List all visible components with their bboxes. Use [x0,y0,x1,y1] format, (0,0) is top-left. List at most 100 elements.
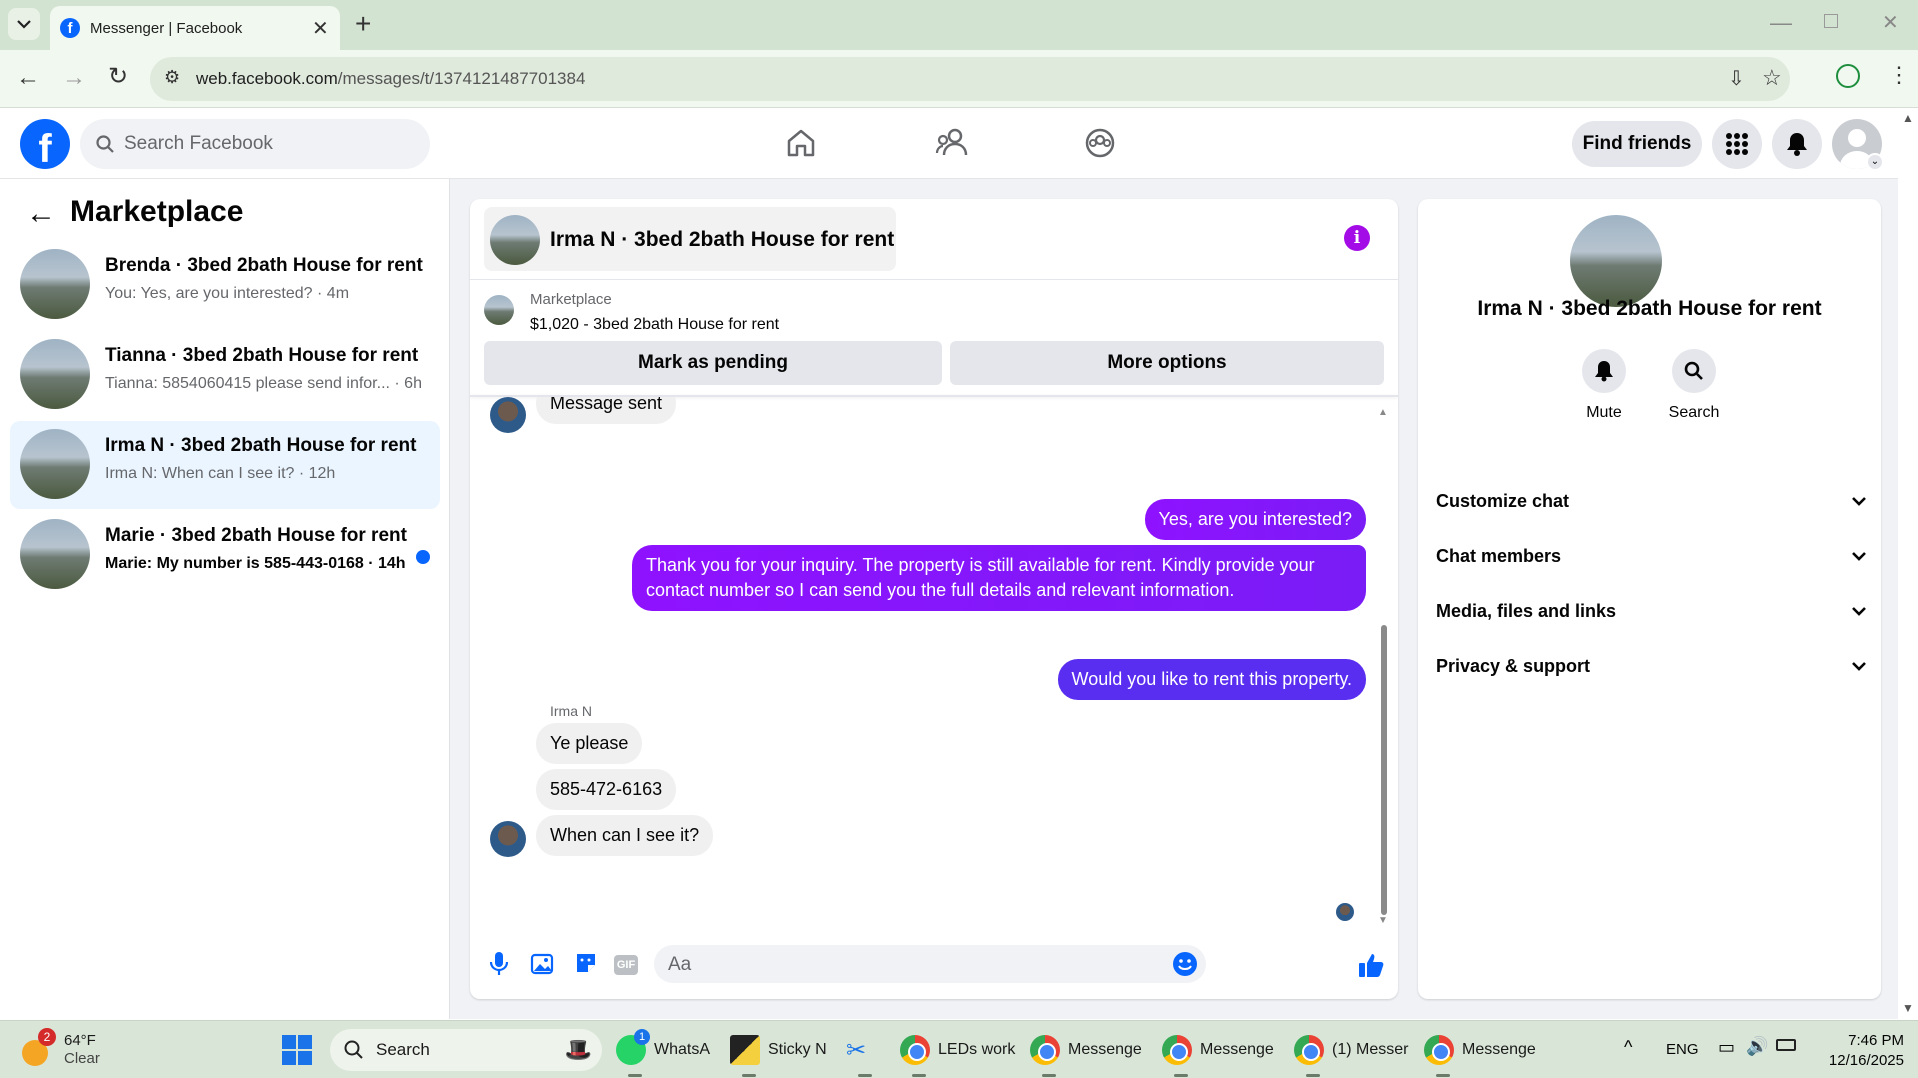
chat-header-button[interactable]: Irma N · 3bed 2bath House for rent [484,207,896,271]
sticky-notes-icon [730,1035,760,1065]
facebook-search[interactable]: Search Facebook [80,119,430,169]
menu-grid-button[interactable] [1712,119,1762,169]
sticker-icon[interactable] [574,951,598,977]
taskbar-search-label: Search [376,1040,430,1059]
url-path: /messages/t/1374121487701384 [337,69,586,88]
chat-scroll-thumb[interactable] [1381,625,1387,915]
conversation-item[interactable]: Tianna · 3bed 2bath House for rent Tiann… [10,331,440,419]
back-button[interactable]: ← [16,64,40,92]
language-indicator[interactable]: ENG [1666,1041,1699,1058]
taskbar-app-chrome[interactable]: Messenge [1162,1029,1274,1077]
notifications-button[interactable] [1772,119,1822,169]
tab-close-icon[interactable]: ✕ [312,16,329,41]
mark-as-pending-button[interactable]: Mark as pending [484,341,942,385]
taskbar-app-chrome[interactable]: LEDs work [900,1029,1015,1077]
taskbar-app-whatsapp[interactable]: 1 WhatsA [616,1029,710,1077]
page-scrollbar[interactable]: ▲ ▼ [1898,109,1918,1019]
more-options-button[interactable]: More options [950,341,1384,385]
unread-dot [416,550,430,564]
account-chevron-icon[interactable]: ⌄ [1866,153,1884,171]
mute-button[interactable] [1582,349,1626,393]
chat-scrollbar[interactable]: ▲ ▼ [1378,407,1390,927]
taskbar-app-chrome[interactable]: Messenge [1424,1029,1536,1077]
profile-icon[interactable] [1836,64,1860,88]
back-arrow-icon[interactable]: ← [26,197,56,231]
url-domain: web.facebook.com [196,69,338,88]
site-info-icon[interactable]: ⚙ [164,67,180,88]
clock[interactable]: 7:46 PM 12/16/2025 [1810,1031,1904,1071]
conversation-item[interactable]: Brenda · 3bed 2bath House for rent You: … [10,241,440,329]
taskbar-app-chrome[interactable]: (1) Messer [1294,1029,1408,1077]
browser-tab[interactable]: f Messenger | Facebook ✕ [50,6,340,50]
network-icon[interactable]: ▭ [1718,1037,1735,1058]
privacy-support-section[interactable]: Privacy & support [1436,656,1866,696]
facebook-logo-icon[interactable]: f [20,119,70,169]
gif-icon[interactable]: GIF [614,955,638,975]
weather-icon: 2 [22,1028,56,1066]
messenger-page: ← Marketplace Brenda · 3bed 2bath House … [0,179,1898,1019]
weather-desc: Clear [64,1050,100,1067]
address-bar[interactable]: ⚙ web.facebook.com/messages/t/1374121487… [150,57,1790,101]
new-tab-button[interactable]: + [355,8,371,40]
message-bubble: When can I see it? [536,815,714,856]
chevron-down-icon [1852,658,1866,676]
info-icon[interactable]: i [1344,225,1370,251]
seen-avatar [1336,903,1354,921]
conversation-preview: Tianna: 5854060415 please send infor... … [105,375,422,392]
friends-icon[interactable] [935,127,969,159]
battery-icon[interactable] [1776,1039,1796,1051]
search-label: Search [1668,404,1720,421]
sender-name: Irma N [550,703,592,719]
taskbar-search[interactable]: Search 🎩 [330,1029,602,1071]
conversation-list-panel: ← Marketplace Brenda · 3bed 2bath House … [0,179,450,1019]
groups-icon[interactable] [1084,127,1116,159]
media-files-links-section[interactable]: Media, files and links [1436,601,1866,641]
taskbar-app-snipping-tool[interactable]: ✂ [846,1029,872,1077]
chevron-down-icon [1852,493,1866,511]
emoji-icon[interactable] [1172,951,1198,977]
reload-button[interactable]: ↻ [108,62,128,91]
install-app-icon[interactable]: ⇩ [1728,66,1745,91]
listing-thumbnail [20,249,90,319]
search-highlight-icon: 🎩 [564,1037,592,1062]
conversation-preview: Irma N: When can I see it? · 12h [105,465,336,482]
message-list: Message sent Yes, are you interested? Th… [470,397,1398,927]
listing-thumbnail [20,429,90,499]
browser-menu-icon[interactable]: ⋮ [1888,62,1910,88]
conversation-item-active[interactable]: Irma N · 3bed 2bath House for rent Irma … [10,421,440,509]
listing-thumbnail [20,339,90,409]
customize-chat-section[interactable]: Customize chat [1436,491,1866,531]
forward-button[interactable]: → [62,64,86,92]
taskbar-app-label: Sticky N [768,1041,827,1058]
tab-search-button[interactable] [8,8,40,40]
minimize-button[interactable]: — [1770,10,1792,36]
conversation-preview: You: Yes, are you interested? · 4m [105,285,350,302]
conversation-item[interactable]: Marie · 3bed 2bath House for rent Marie:… [10,511,440,599]
chrome-icon [1294,1035,1324,1065]
thumbs-up-icon[interactable] [1358,951,1386,979]
message-bubble: 585-472-6163 [536,769,677,810]
tray-overflow-icon[interactable]: ^ [1624,1037,1632,1058]
bookmark-star-icon[interactable]: ☆ [1762,65,1782,91]
find-friends-button[interactable]: Find friends [1572,121,1702,167]
taskbar-app-chrome[interactable]: Messenge [1030,1029,1142,1077]
listing-label: Marketplace [530,291,612,308]
photo-icon[interactable] [530,951,556,977]
restore-button[interactable] [1824,14,1838,28]
weather-badge: 2 [38,1028,56,1046]
microphone-icon[interactable] [488,951,510,977]
volume-icon[interactable]: 🔊 [1746,1036,1768,1057]
message-input[interactable]: Aa [654,945,1206,983]
close-window-button[interactable]: ✕ [1882,10,1899,35]
start-button[interactable] [282,1029,312,1071]
weather-widget[interactable]: 2 64°F Clear [22,1028,100,1071]
clock-date: 12/16/2025 [1828,1052,1904,1069]
home-icon[interactable] [785,127,817,159]
conversation-name: Marie · 3bed 2bath House for rent [105,525,407,546]
chat-members-section[interactable]: Chat members [1436,546,1866,586]
chrome-icon [1424,1035,1454,1065]
taskbar-app-sticky-notes[interactable]: Sticky N [730,1029,827,1077]
windows-taskbar: 2 64°F Clear Search 🎩 1 WhatsA Sticky N … [0,1020,1918,1078]
search-in-chat-button[interactable] [1672,349,1716,393]
listing-image [1570,215,1662,307]
